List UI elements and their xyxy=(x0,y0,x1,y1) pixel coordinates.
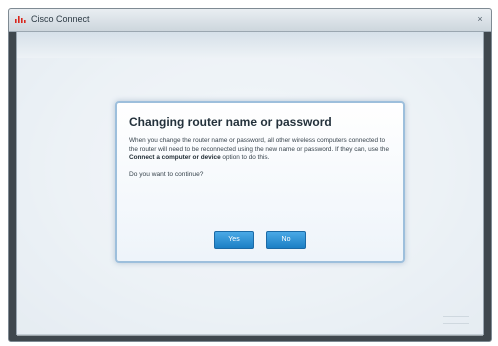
yes-button[interactable]: Yes xyxy=(214,231,254,249)
no-button[interactable]: No xyxy=(266,231,306,249)
title-bar[interactable]: Cisco Connect × xyxy=(9,9,491,32)
cisco-app-icon xyxy=(15,16,26,23)
dialog-message-part-2: option to do this. xyxy=(220,154,270,162)
dialog-message-part-1: When you change the router name or passw… xyxy=(129,137,390,153)
window-title: Cisco Connect xyxy=(31,14,90,24)
dialog-question: Do you want to continue? xyxy=(129,170,204,178)
dialog-title: Changing router name or password xyxy=(129,115,332,129)
confirm-dialog: Changing router name or password When yo… xyxy=(115,101,405,263)
dialog-message: When you change the router name or passw… xyxy=(129,137,391,163)
header-strip xyxy=(17,32,483,58)
close-icon[interactable]: × xyxy=(475,14,485,24)
app-window: Cisco Connect × Changing router name or … xyxy=(8,8,492,342)
resize-grip xyxy=(443,316,469,324)
connect-device-option-text: Connect a computer or device xyxy=(129,154,221,162)
dialog-buttons: Yes No xyxy=(117,231,403,249)
